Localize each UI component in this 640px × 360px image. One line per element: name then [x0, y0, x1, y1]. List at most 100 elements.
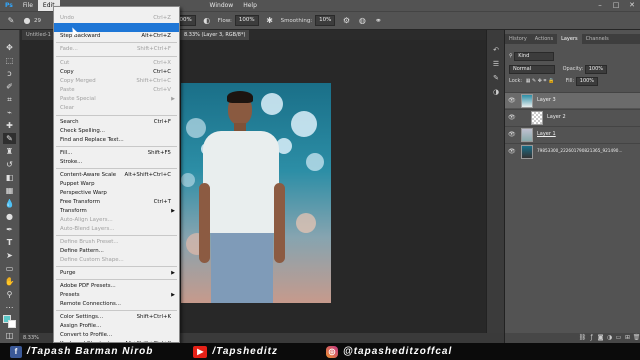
properties-panel-icon[interactable]: ☰: [490, 60, 502, 70]
type-tool-icon[interactable]: T: [3, 237, 16, 248]
healing-tool-icon[interactable]: ✚: [3, 120, 16, 131]
edit-menu-item[interactable]: Fade... Shift+Ctrl+F: [54, 45, 179, 54]
brush-preset-icon[interactable]: ●: [22, 16, 32, 26]
eyedropper-tool-icon[interactable]: ⌁: [3, 107, 16, 118]
edit-menu-item[interactable]: Search Ctrl+F: [54, 118, 179, 127]
pen-tool-icon[interactable]: ✒: [3, 224, 16, 235]
menu-window[interactable]: Window: [206, 0, 239, 11]
edit-menu-item[interactable]: Perspective Warp: [54, 189, 179, 198]
tab-active-document[interactable]: 8.33% (Layer 3, RGB/8*): [180, 30, 250, 40]
new-layer-icon[interactable]: ⊞: [623, 333, 632, 343]
edit-menu-item[interactable]: Auto-Align Layers...: [54, 216, 179, 225]
airbrush-icon[interactable]: ✱: [265, 16, 275, 26]
marquee-tool-icon[interactable]: ⬚: [3, 55, 16, 66]
fx-icon[interactable]: ƒ: [587, 333, 596, 343]
edit-menu-item[interactable]: Define Pattern...: [54, 247, 179, 256]
zoom-tool-icon[interactable]: ⚲: [3, 289, 16, 300]
edit-menu-item[interactable]: Presets ▶: [54, 291, 179, 300]
layer-row[interactable]: 👁 Layer 2: [505, 109, 640, 125]
edit-menu-item[interactable]: Cut Ctrl+X: [54, 59, 179, 68]
brush-tool-icon[interactable]: ✎: [3, 133, 16, 144]
edit-menu-item[interactable]: Transform ▶: [54, 207, 179, 216]
shape-tool-icon[interactable]: ▭: [3, 263, 16, 274]
edit-menu-item[interactable]: Clear: [54, 104, 179, 113]
edit-menu-item[interactable]: Free Transform Ctrl+T: [54, 198, 179, 207]
kind-filter[interactable]: Kind: [514, 52, 555, 61]
trash-icon[interactable]: 🗑: [632, 333, 640, 343]
pressure-opacity-icon[interactable]: ◐: [202, 16, 212, 26]
tab-actions[interactable]: Actions: [531, 34, 557, 44]
edit-menu-item[interactable]: Define Custom Shape...: [54, 256, 179, 265]
edit-menu-item[interactable]: Paste Ctrl+V: [54, 86, 179, 95]
close-icon[interactable]: ✕: [624, 0, 640, 11]
smoothing-field[interactable]: 10%: [315, 15, 336, 26]
path-select-tool-icon[interactable]: ➤: [3, 250, 16, 261]
lock-icons[interactable]: ▦ ✎ ✥ ⌗ 🔒: [526, 78, 555, 84]
minimize-icon[interactable]: –: [592, 0, 608, 11]
crop-tool-icon[interactable]: ⌗: [3, 94, 16, 105]
history-brush-tool-icon[interactable]: ↺: [3, 159, 16, 170]
edit-menu-item[interactable]: Copy Merged Shift+Ctrl+C: [54, 77, 179, 86]
folder-icon[interactable]: ▭: [614, 333, 623, 343]
adjustments-panel-icon[interactable]: ◑: [490, 88, 502, 98]
background-color-swatch[interactable]: [8, 320, 16, 328]
more-tools-icon[interactable]: ⋯: [3, 302, 16, 313]
zoom-level[interactable]: 8.33%: [23, 335, 39, 341]
edit-menu-item[interactable]: Adobe PDF Presets...: [54, 282, 179, 291]
history-panel-icon[interactable]: ↶: [490, 46, 502, 56]
blend-mode-select[interactable]: Normal: [509, 65, 555, 74]
edit-menu-item[interactable]: Purge ▶: [54, 269, 179, 278]
edit-menu-item[interactable]: Remote Connections...: [54, 300, 179, 309]
flow-field[interactable]: 100%: [234, 15, 259, 26]
edit-menu-item[interactable]: Undo Ctrl+Z: [54, 14, 179, 23]
gradient-tool-icon[interactable]: ▦: [3, 185, 16, 196]
edit-menu-item[interactable]: Color Settings... Shift+Ctrl+K: [54, 313, 179, 322]
link-icon[interactable]: ⛓: [578, 333, 587, 343]
symmetry-icon[interactable]: ⚭: [373, 16, 383, 26]
layer-opacity-field[interactable]: 100%: [584, 65, 608, 74]
edit-menu-item[interactable]: Convert to Profile...: [54, 331, 179, 340]
blur-tool-icon[interactable]: 💧: [3, 198, 16, 209]
quick-mask-icon[interactable]: ◫: [3, 330, 16, 341]
edit-menu-item[interactable]: Paste Special ▶: [54, 95, 179, 104]
layer-row[interactable]: 👁 Layer 3: [505, 92, 640, 108]
edit-menu-item[interactable]: Check Spelling...: [54, 127, 179, 136]
tab-channels[interactable]: Channels: [582, 34, 613, 44]
eye-icon[interactable]: 👁: [508, 114, 516, 121]
edit-menu-item[interactable]: Auto-Blend Layers...: [54, 225, 179, 234]
dodge-tool-icon[interactable]: ●: [3, 211, 16, 222]
eye-icon[interactable]: 👁: [508, 131, 516, 138]
edit-menu-item[interactable]: Find and Replace Text...: [54, 136, 179, 145]
adjustment-icon[interactable]: ◑: [605, 333, 614, 343]
tab-untitled[interactable]: Untitled-1: [22, 30, 55, 40]
edit-menu-item[interactable]: Assign Profile...: [54, 322, 179, 331]
brush-tool-icon[interactable]: ✎: [6, 16, 16, 26]
mask-icon[interactable]: ◙: [596, 333, 605, 343]
menu-help[interactable]: Help: [238, 0, 262, 11]
layer-row[interactable]: 👁 79853300_2226017908213​65_921490...: [505, 143, 640, 159]
maximize-icon[interactable]: □: [608, 0, 624, 11]
edit-menu-item[interactable]: Puppet Warp: [54, 180, 179, 189]
layer-row[interactable]: 👁 Layer 1: [505, 126, 640, 142]
gear-icon[interactable]: ⚙: [341, 16, 351, 26]
eye-icon[interactable]: 👁: [508, 148, 516, 155]
edit-menu-item[interactable]: Fill... Shift+F5: [54, 149, 179, 158]
pressure-size-icon[interactable]: ◍: [357, 16, 367, 26]
tab-layers[interactable]: Layers: [557, 34, 582, 44]
eraser-tool-icon[interactable]: ◧: [3, 172, 16, 183]
move-tool-icon[interactable]: ✥: [3, 42, 16, 53]
eye-icon[interactable]: 👁: [508, 97, 516, 104]
brush-panel-icon[interactable]: ✎: [490, 74, 502, 84]
fill-field[interactable]: 100%: [575, 77, 599, 86]
quick-select-tool-icon[interactable]: ✐: [3, 81, 16, 92]
edit-menu-item[interactable]: Stroke...: [54, 158, 179, 167]
menu-file[interactable]: File: [18, 0, 38, 11]
edit-menu-item[interactable]: Copy Ctrl+C: [54, 68, 179, 77]
lasso-tool-icon[interactable]: ↄ: [3, 68, 16, 79]
clone-stamp-tool-icon[interactable]: ♜: [3, 146, 16, 157]
edit-menu-item[interactable]: Define Brush Preset...: [54, 238, 179, 247]
tab-history[interactable]: History: [505, 34, 531, 44]
photo-canvas[interactable]: [181, 83, 331, 303]
edit-menu-item[interactable]: Content-Aware Scale Alt+Shift+Ctrl+C: [54, 171, 179, 180]
hand-tool-icon[interactable]: ✋: [3, 276, 16, 287]
